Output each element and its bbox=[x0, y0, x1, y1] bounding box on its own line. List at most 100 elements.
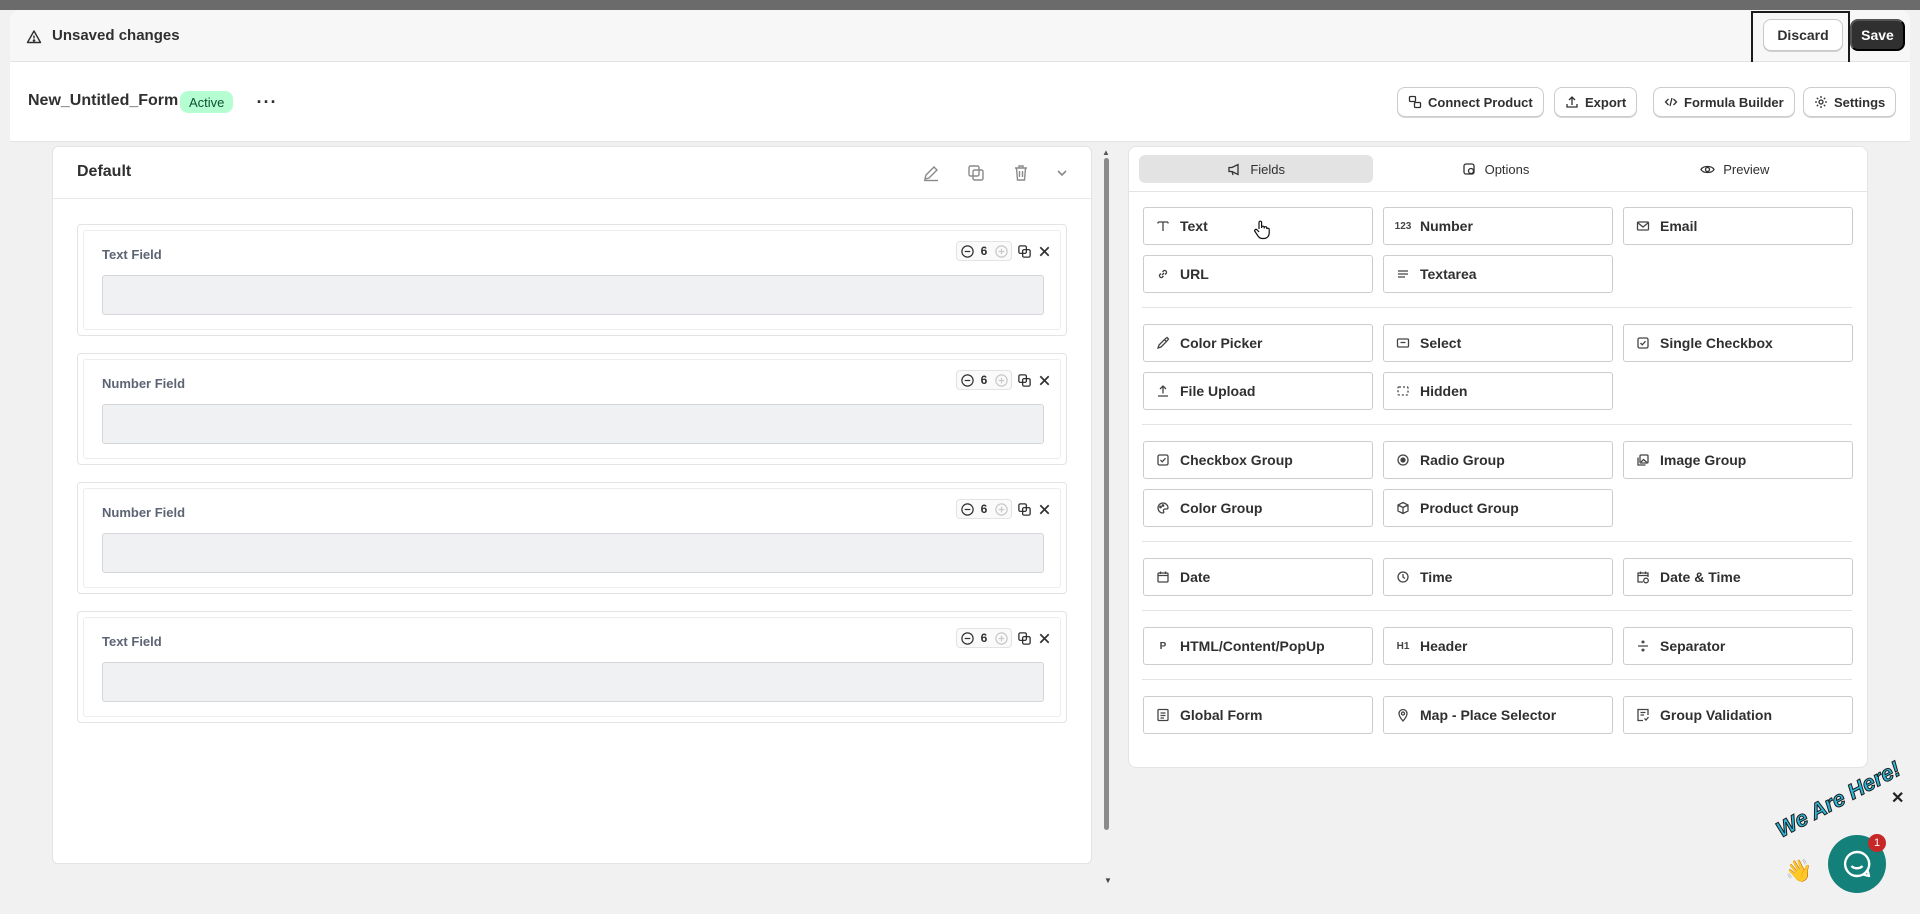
validation-icon bbox=[1636, 708, 1650, 722]
scroll-up-arrow[interactable]: ▲ bbox=[1102, 148, 1110, 157]
close-icon[interactable] bbox=[1036, 372, 1052, 388]
duplicate-icon[interactable] bbox=[1016, 243, 1032, 259]
field-html-content-button[interactable]: P HTML/Content/PopUp bbox=[1143, 627, 1373, 665]
close-icon[interactable] bbox=[1036, 630, 1052, 646]
text-field-input[interactable] bbox=[102, 275, 1044, 315]
field-separator-button[interactable]: Separator bbox=[1623, 627, 1853, 665]
discard-button[interactable]: Discard bbox=[1763, 19, 1843, 51]
width-value: 6 bbox=[980, 244, 988, 258]
field-radio-group-button[interactable]: Radio Group bbox=[1383, 441, 1613, 479]
scroll-down-arrow[interactable]: ▼ bbox=[1104, 876, 1112, 885]
calendar-clock-icon bbox=[1636, 570, 1650, 584]
duplicate-icon[interactable] bbox=[1016, 501, 1032, 517]
number-field-input[interactable] bbox=[102, 533, 1044, 573]
form-name[interactable]: New_Untitled_Form bbox=[28, 92, 178, 110]
field-controls: 6 bbox=[956, 370, 1052, 390]
paragraph-icon: P bbox=[1159, 640, 1167, 652]
field-single-checkbox-button[interactable]: Single Checkbox bbox=[1623, 324, 1853, 362]
notification-badge: 1 bbox=[1868, 834, 1886, 852]
field-textarea-label: Textarea bbox=[1420, 266, 1477, 282]
field-date-button[interactable]: Date bbox=[1143, 558, 1373, 596]
field-color-group-button[interactable]: Color Group bbox=[1143, 489, 1373, 527]
field-url-button[interactable]: URL bbox=[1143, 255, 1373, 293]
field-checkbox-group-button[interactable]: Checkbox Group bbox=[1143, 441, 1373, 479]
section-title: Default bbox=[77, 163, 132, 180]
more-actions-button[interactable]: ··· bbox=[253, 90, 281, 114]
eyedropper-icon bbox=[1156, 336, 1170, 350]
group-divider bbox=[1142, 679, 1852, 680]
connect-product-button[interactable]: Connect Product bbox=[1397, 87, 1544, 117]
field-date-time-button[interactable]: Date & Time bbox=[1623, 558, 1853, 596]
tabs-divider bbox=[1129, 191, 1867, 192]
formula-builder-button[interactable]: Formula Builder bbox=[1653, 87, 1795, 117]
close-icon[interactable] bbox=[1036, 501, 1052, 517]
text-field-input[interactable] bbox=[102, 662, 1044, 702]
field-select-label: Select bbox=[1420, 335, 1462, 351]
field-header-button[interactable]: H1 Header bbox=[1383, 627, 1613, 665]
minus-circle-icon[interactable] bbox=[959, 501, 975, 517]
field-time-button[interactable]: Time bbox=[1383, 558, 1613, 596]
field-card[interactable]: Number Field 6 bbox=[77, 482, 1067, 594]
chevron-down-icon[interactable] bbox=[1052, 163, 1072, 183]
connect-product-label: Connect Product bbox=[1428, 94, 1533, 110]
tab-options[interactable]: Options bbox=[1378, 155, 1612, 183]
duplicate-icon[interactable] bbox=[1016, 372, 1032, 388]
width-value: 6 bbox=[980, 502, 988, 516]
field-card-inner: Text Field 6 bbox=[83, 617, 1061, 717]
field-email-button[interactable]: Email bbox=[1623, 207, 1853, 245]
formula-builder-label: Formula Builder bbox=[1684, 94, 1784, 110]
export-button[interactable]: Export bbox=[1554, 87, 1638, 117]
field-global-form-button[interactable]: Global Form bbox=[1143, 696, 1373, 734]
field-image-group-label: Image Group bbox=[1660, 452, 1747, 468]
field-number-button[interactable]: 123 Number bbox=[1383, 207, 1613, 245]
field-url-label: URL bbox=[1180, 266, 1209, 282]
palette-icon bbox=[1156, 501, 1170, 515]
field-card[interactable]: Text Field 6 bbox=[77, 611, 1067, 723]
field-color-picker-button[interactable]: Color Picker bbox=[1143, 324, 1373, 362]
width-stepper: 6 bbox=[956, 241, 1012, 261]
trash-icon[interactable] bbox=[1011, 163, 1031, 183]
field-label: Number Field bbox=[102, 376, 186, 391]
palette-tabs: Fields Options Preview bbox=[1139, 155, 1857, 183]
checkbox-icon bbox=[1156, 453, 1170, 467]
plus-circle-icon[interactable] bbox=[993, 372, 1009, 388]
scrollbar-thumb[interactable] bbox=[1104, 158, 1109, 830]
edit-icon[interactable] bbox=[921, 163, 941, 183]
field-product-group-button[interactable]: Product Group bbox=[1383, 489, 1613, 527]
save-button[interactable]: Save bbox=[1850, 19, 1905, 51]
number-field-input[interactable] bbox=[102, 404, 1044, 444]
field-palette: Fields Options Preview Text 123 Number E… bbox=[1128, 146, 1868, 768]
tab-fields[interactable]: Fields bbox=[1139, 155, 1374, 183]
plus-circle-icon[interactable] bbox=[993, 630, 1009, 646]
form-icon bbox=[1156, 708, 1170, 722]
minus-circle-icon[interactable] bbox=[959, 243, 975, 259]
settings-button[interactable]: Settings bbox=[1803, 87, 1897, 117]
tab-preview[interactable]: Preview bbox=[1618, 155, 1852, 183]
close-icon[interactable] bbox=[1036, 243, 1052, 259]
field-map-place-button[interactable]: Map - Place Selector bbox=[1383, 696, 1613, 734]
minus-circle-icon[interactable] bbox=[959, 372, 975, 388]
gear-icon bbox=[1815, 96, 1827, 108]
field-image-group-button[interactable]: Image Group bbox=[1623, 441, 1853, 479]
field-label: Text Field bbox=[102, 247, 162, 262]
field-select-button[interactable]: Select bbox=[1383, 324, 1613, 362]
field-file-upload-button[interactable]: File Upload bbox=[1143, 372, 1373, 410]
duplicate-section-icon[interactable] bbox=[966, 163, 986, 183]
select-icon bbox=[1396, 336, 1410, 350]
field-card[interactable]: Number Field 6 bbox=[77, 353, 1067, 465]
text-icon bbox=[1156, 219, 1170, 233]
tab-options-label: Options bbox=[1484, 161, 1530, 177]
field-hidden-button[interactable]: Hidden bbox=[1383, 372, 1613, 410]
field-group-validation-label: Group Validation bbox=[1660, 707, 1773, 723]
plus-circle-icon[interactable] bbox=[993, 243, 1009, 259]
duplicate-icon[interactable] bbox=[1016, 630, 1032, 646]
plus-circle-icon[interactable] bbox=[993, 501, 1009, 517]
export-icon bbox=[1566, 96, 1578, 108]
field-group-validation-button[interactable]: Group Validation bbox=[1623, 696, 1853, 734]
field-card[interactable]: Text Field 6 bbox=[77, 224, 1067, 336]
width-value: 6 bbox=[980, 373, 988, 387]
group-divider bbox=[1142, 610, 1852, 611]
field-hidden-label: Hidden bbox=[1420, 383, 1468, 399]
minus-circle-icon[interactable] bbox=[959, 630, 975, 646]
field-textarea-button[interactable]: Textarea bbox=[1383, 255, 1613, 293]
